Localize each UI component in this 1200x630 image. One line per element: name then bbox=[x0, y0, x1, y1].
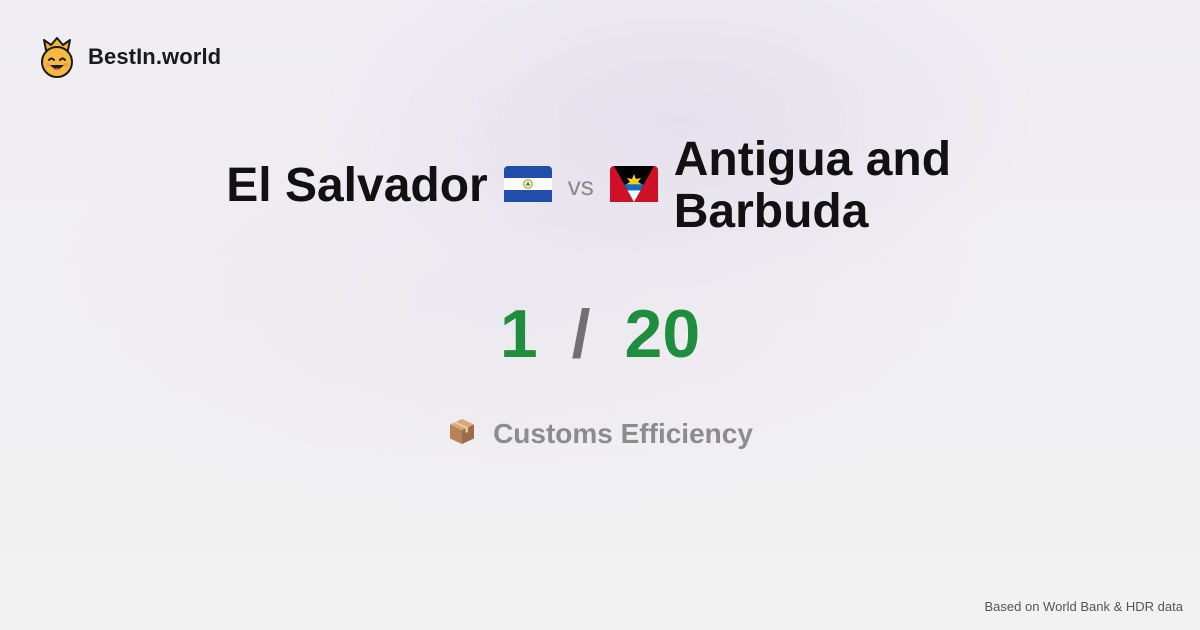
metric-label: Customs Efficiency bbox=[493, 417, 753, 449]
vs-label: vs bbox=[567, 170, 594, 201]
country-right-name-line2: Barbuda bbox=[673, 185, 869, 238]
el-salvador-flag-icon bbox=[503, 165, 552, 207]
package-icon bbox=[447, 416, 477, 451]
crowned-smiley-icon bbox=[38, 36, 76, 78]
brand[interactable]: BestIn.world bbox=[38, 36, 221, 78]
comparison-title: El Salvador vs Antigua and Barbuda bbox=[0, 134, 1200, 238]
score-separator: / bbox=[571, 296, 591, 372]
metric: Customs Efficiency bbox=[0, 416, 1200, 451]
country-right-name-line1: Antigua and bbox=[673, 133, 952, 186]
brand-name: BestIn.world bbox=[88, 44, 222, 69]
score: 1 / 20 bbox=[0, 296, 1200, 372]
country-right-name: Antigua and Barbuda bbox=[674, 134, 974, 238]
score-left: 1 bbox=[499, 296, 538, 372]
data-source-note: Based on World Bank & HDR data bbox=[984, 599, 1183, 614]
antigua-barbuda-flag-icon bbox=[609, 165, 658, 207]
score-right: 20 bbox=[624, 296, 701, 372]
country-left-name: El Salvador bbox=[226, 159, 488, 212]
